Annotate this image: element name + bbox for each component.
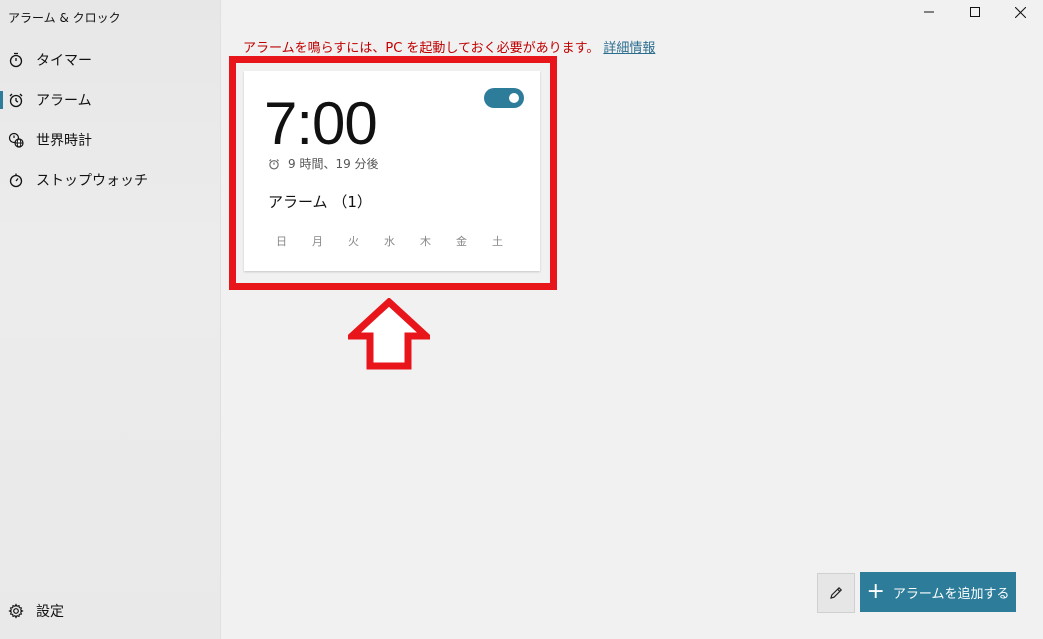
alarm-card[interactable]: 7:00 9 時間、19 分後 アラーム （1） 日 月 火 水 木 金 土 [244,71,540,271]
minimize-icon [924,11,934,13]
maximize-button[interactable] [952,0,998,24]
sidebar-item-label: 世界時計 [36,133,92,149]
sidebar-item-alarm[interactable]: アラーム [0,82,220,118]
day-sunday: 日 [276,235,287,248]
app-title: アラーム & クロック [8,11,121,25]
repeat-days: 日 月 火 水 木 金 土 [276,233,528,249]
maximize-icon [970,7,980,17]
sidebar-item-world-clock[interactable]: 世界時計 [0,122,220,158]
sidebar-item-stopwatch[interactable]: ストップウォッチ [0,162,220,198]
alarm-time: 7:00 [264,90,378,157]
time-remaining: 9 時間、19 分後 [268,155,379,172]
sidebar: アラーム & クロック タイマー アラーム 世界時計 ストップウォッチ 設定 [0,0,221,639]
learn-more-link[interactable]: 詳細情報 [603,41,655,56]
alarm-clock-icon [8,92,24,108]
sidebar-item-label: ストップウォッチ [36,173,148,189]
day-tuesday: 火 [348,235,359,248]
gear-icon [8,603,24,619]
alarm-name: アラーム （1） [268,193,372,211]
day-saturday: 土 [492,235,503,248]
alarm-toggle[interactable] [484,88,524,108]
close-icon [1014,6,1026,18]
day-friday: 金 [456,235,467,248]
active-indicator [0,91,3,109]
sidebar-item-label: タイマー [36,53,92,69]
alarm-clock-icon [268,158,280,170]
sidebar-item-label: アラーム [36,93,92,109]
add-alarm-button[interactable]: + アラームを追加する [860,572,1016,612]
edit-alarms-button[interactable] [817,573,855,613]
minimize-button[interactable] [906,0,952,24]
up-arrow-annotation [348,298,430,370]
close-button[interactable] [997,0,1043,24]
sidebar-item-timer[interactable]: タイマー [0,42,220,78]
time-remaining-text: 9 時間、19 分後 [288,157,379,171]
settings-button[interactable]: 設定 [0,595,220,627]
add-alarm-label: アラームを追加する [892,586,1010,602]
stopwatch-icon [8,172,24,188]
day-wednesday: 水 [384,235,395,248]
power-warning: アラームを鳴らすには、PC を起動しておく必要があります。 詳細情報 [243,37,655,56]
pencil-icon [830,586,843,599]
warning-text: アラームを鳴らすには、PC を起動しておく必要があります。 [243,41,600,56]
settings-label: 設定 [36,604,64,620]
plus-icon: + [866,579,885,604]
alarm-clock-app: アラーム & クロック タイマー アラーム 世界時計 ストップウォッチ 設定 ア… [0,0,1043,639]
day-monday: 月 [312,235,323,248]
toggle-knob [509,93,519,103]
stopwatch-icon [8,52,24,68]
day-thursday: 木 [420,235,431,248]
globe-clock-icon [8,132,24,148]
